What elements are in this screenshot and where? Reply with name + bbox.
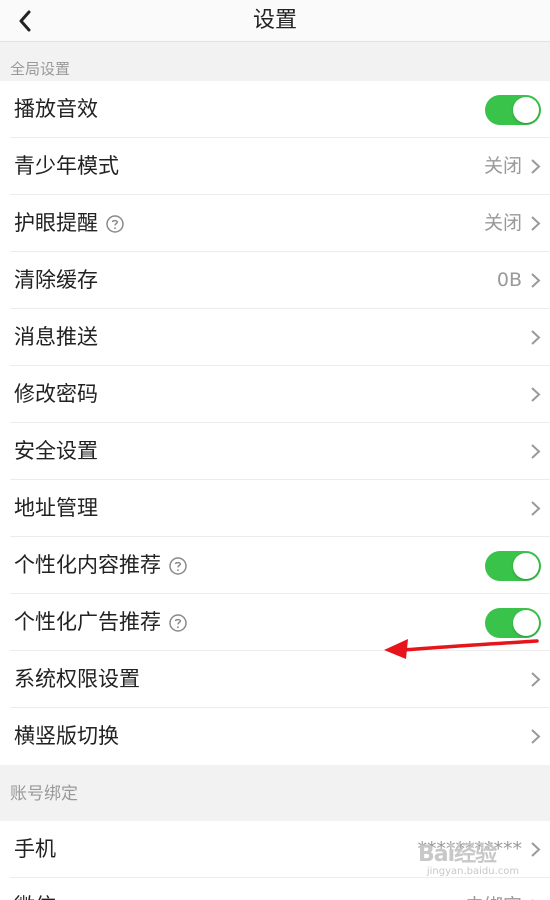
row-label: 横竖版切换 xyxy=(14,724,119,748)
row-label-container: 个性化广告推荐 xyxy=(14,594,187,651)
chevron-right-icon xyxy=(531,444,541,459)
row-label: 青少年模式 xyxy=(14,154,119,178)
row-value: 关闭 xyxy=(483,155,522,177)
settings-row-eye-care[interactable]: 护眼提醒 关闭 xyxy=(0,195,550,252)
question-circle-icon[interactable] xyxy=(106,214,124,233)
nav-bar: 设置 xyxy=(0,0,550,42)
chevron-right-icon xyxy=(531,273,541,288)
chevron-right-icon xyxy=(531,330,541,345)
section-header-global: 全局设置 xyxy=(10,60,71,78)
row-label-container: 护眼提醒 xyxy=(14,195,124,252)
row-label: 系统权限设置 xyxy=(14,667,140,691)
settings-row-push[interactable]: 消息推送 xyxy=(0,309,550,366)
watermark-logo: Bai经验 xyxy=(418,842,497,867)
settings-row-security[interactable]: 安全设置 xyxy=(0,423,550,480)
chevron-right-icon xyxy=(531,387,541,402)
settings-row-orientation[interactable]: 横竖版切换 xyxy=(0,708,550,765)
row-label: 播放音效 xyxy=(14,97,98,121)
chevron-right-icon xyxy=(531,501,541,516)
section-header-account: 账号绑定 xyxy=(10,784,78,804)
row-label-container: 个性化内容推荐 xyxy=(14,537,187,594)
row-label: 护眼提醒 xyxy=(14,211,98,235)
page-title: 设置 xyxy=(252,8,297,33)
question-circle-icon[interactable] xyxy=(169,613,187,632)
sound-toggle[interactable] xyxy=(485,95,541,125)
settings-row-sound[interactable]: 播放音效 xyxy=(0,81,550,138)
chevron-right-icon xyxy=(531,159,541,174)
settings-row-clear-cache[interactable]: 清除缓存 0B xyxy=(0,252,550,309)
row-value: 关闭 xyxy=(483,212,522,234)
settings-row-youth-mode[interactable]: 青少年模式 关闭 xyxy=(0,138,550,195)
watermark-url: jingyan.baidu.com xyxy=(426,866,520,877)
settings-row-personalized-content[interactable]: 个性化内容推荐 xyxy=(0,537,550,594)
row-label: 微信 xyxy=(14,878,56,900)
settings-row-change-password[interactable]: 修改密码 xyxy=(0,366,550,423)
row-label: 个性化内容推荐 xyxy=(14,553,161,577)
chevron-right-icon xyxy=(531,672,541,687)
row-label: 个性化广告推荐 xyxy=(14,610,161,634)
question-circle-icon[interactable] xyxy=(169,556,187,575)
chevron-right-icon xyxy=(531,842,541,857)
row-value: 0B xyxy=(496,269,522,291)
toggle-knob xyxy=(513,97,539,123)
personalized-content-toggle[interactable] xyxy=(485,551,541,581)
row-label: 修改密码 xyxy=(14,382,98,406)
row-label: 手机 xyxy=(14,837,56,861)
settings-row-address[interactable]: 地址管理 xyxy=(0,480,550,537)
toggle-knob xyxy=(513,553,539,579)
chevron-right-icon xyxy=(531,216,541,231)
chevron-right-icon xyxy=(531,729,541,744)
annotation-arrow-icon xyxy=(384,639,539,659)
row-label: 地址管理 xyxy=(14,496,98,520)
row-label: 清除缓存 xyxy=(14,268,98,292)
row-label: 消息推送 xyxy=(14,325,98,349)
watermark: Bai经验 jingyan.baidu.com xyxy=(418,836,528,890)
row-label: 安全设置 xyxy=(14,439,98,463)
